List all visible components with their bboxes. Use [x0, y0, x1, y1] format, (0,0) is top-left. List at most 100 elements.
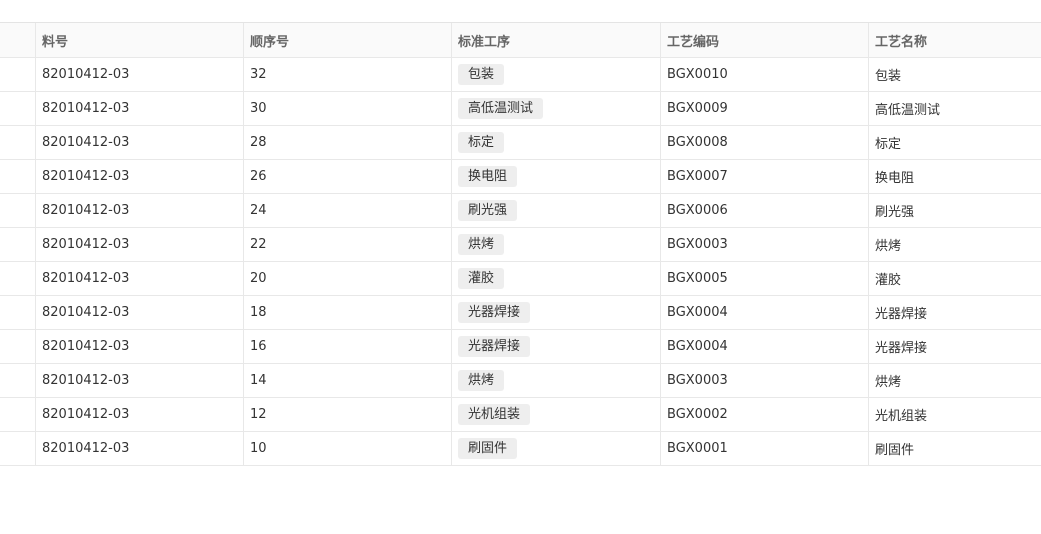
std-process-cell: 刷固件 — [452, 432, 661, 465]
seq-no-cell: 14 — [244, 364, 452, 397]
part-no-cell: 82010412-03 — [36, 194, 244, 227]
process-code-cell: BGX0006 — [661, 194, 869, 227]
std-process-tag: 高低温测试 — [458, 98, 544, 119]
process-name-cell: 标定 — [875, 137, 902, 152]
std-process-cell: 光器焊接 — [452, 296, 661, 329]
row-select-cell[interactable] — [0, 228, 36, 261]
process-name-cell: 包装 — [875, 69, 902, 84]
process-name-cell: 刷固件 — [875, 443, 915, 458]
row-select-cell[interactable] — [0, 364, 36, 397]
process-name-cell: 烘烤 — [875, 375, 902, 390]
table-row[interactable]: 82010412-03 10 刷固件 BGX0001 刷固件 — [0, 432, 1041, 466]
process-code-cell: BGX0008 — [661, 126, 869, 159]
process-code-cell: BGX0009 — [661, 92, 869, 125]
header-seq-no[interactable]: 顺序号 — [244, 23, 452, 57]
seq-no-cell: 30 — [244, 92, 452, 125]
seq-no-cell: 16 — [244, 330, 452, 363]
table-body: 82010412-03 32 包装 BGX0010 包装 82010412-03 30 高低温… — [0, 58, 1041, 466]
std-process-tag: 烘烤 — [458, 234, 505, 255]
process-code-cell: BGX0007 — [661, 160, 869, 193]
part-no-cell: 82010412-03 — [36, 228, 244, 261]
std-process-tag: 刷光强 — [458, 200, 518, 221]
row-select-cell[interactable] — [0, 92, 36, 125]
std-process-tag: 包装 — [458, 64, 505, 85]
process-name-cell: 换电阻 — [875, 171, 915, 186]
part-no-cell: 82010412-03 — [36, 92, 244, 125]
std-process-cell: 灌胶 — [452, 262, 661, 295]
process-name-cell: 高低温测试 — [875, 103, 941, 118]
process-code-cell: BGX0004 — [661, 330, 869, 363]
process-code-cell: BGX0010 — [661, 58, 869, 91]
process-code-cell: BGX0005 — [661, 262, 869, 295]
std-process-tag: 光器焊接 — [458, 302, 531, 323]
process-name-cell: 光器焊接 — [875, 341, 928, 356]
table-row[interactable]: 82010412-03 14 烘烤 BGX0003 烘烤 — [0, 364, 1041, 398]
seq-no-cell: 22 — [244, 228, 452, 261]
table-row[interactable]: 82010412-03 22 烘烤 BGX0003 烘烤 — [0, 228, 1041, 262]
part-no-cell: 82010412-03 — [36, 126, 244, 159]
row-select-cell[interactable] — [0, 398, 36, 431]
std-process-cell: 包装 — [452, 58, 661, 91]
page: 料号 顺序号 标准工序 工艺编码 工艺名称 82010412-03 32 包装 BGX… — [0, 0, 1041, 534]
header-std-process[interactable]: 标准工序 — [452, 23, 661, 57]
std-process-cell: 光器焊接 — [452, 330, 661, 363]
seq-no-cell: 12 — [244, 398, 452, 431]
header-part-no[interactable]: 料号 — [36, 23, 244, 57]
table-row[interactable]: 82010412-03 24 刷光强 BGX0006 刷光强 — [0, 194, 1041, 228]
table-row[interactable]: 82010412-03 20 灌胶 BGX0005 灌胶 — [0, 262, 1041, 296]
std-process-tag: 换电阻 — [458, 166, 518, 187]
table-row[interactable]: 82010412-03 28 标定 BGX0008 标定 — [0, 126, 1041, 160]
process-table: 料号 顺序号 标准工序 工艺编码 工艺名称 82010412-03 32 包装 BGX… — [0, 22, 1041, 466]
part-no-cell: 82010412-03 — [36, 262, 244, 295]
part-no-cell: 82010412-03 — [36, 432, 244, 465]
row-select-cell[interactable] — [0, 126, 36, 159]
seq-no-cell: 26 — [244, 160, 452, 193]
part-no-cell: 82010412-03 — [36, 398, 244, 431]
row-select-cell[interactable] — [0, 160, 36, 193]
seq-no-cell: 10 — [244, 432, 452, 465]
std-process-cell: 换电阻 — [452, 160, 661, 193]
process-code-cell: BGX0002 — [661, 398, 869, 431]
std-process-cell: 刷光强 — [452, 194, 661, 227]
row-select-cell[interactable] — [0, 262, 36, 295]
part-no-cell: 82010412-03 — [36, 296, 244, 329]
std-process-cell: 光机组装 — [452, 398, 661, 431]
header-process-code[interactable]: 工艺编码 — [661, 23, 869, 57]
seq-no-cell: 24 — [244, 194, 452, 227]
part-no-cell: 82010412-03 — [36, 330, 244, 363]
std-process-tag: 光机组装 — [458, 404, 531, 425]
row-select-cell[interactable] — [0, 296, 36, 329]
seq-no-cell: 28 — [244, 126, 452, 159]
seq-no-cell: 18 — [244, 296, 452, 329]
table-row[interactable]: 82010412-03 26 换电阻 BGX0007 换电阻 — [0, 160, 1041, 194]
table-row[interactable]: 82010412-03 30 高低温测试 BGX0009 高低温测试 — [0, 92, 1041, 126]
std-process-tag: 烘烤 — [458, 370, 505, 391]
seq-no-cell: 20 — [244, 262, 452, 295]
row-select-cell[interactable] — [0, 432, 36, 465]
process-name-cell: 刷光强 — [875, 205, 915, 220]
header-process-name[interactable]: 工艺名称 — [869, 23, 1041, 57]
row-select-cell[interactable] — [0, 330, 36, 363]
process-code-cell: BGX0004 — [661, 296, 869, 329]
header-select-column[interactable] — [0, 23, 36, 57]
part-no-cell: 82010412-03 — [36, 58, 244, 91]
row-select-cell[interactable] — [0, 194, 36, 227]
std-process-tag: 标定 — [458, 132, 505, 153]
process-name-cell: 灌胶 — [875, 273, 902, 288]
process-code-cell: BGX0001 — [661, 432, 869, 465]
table-row[interactable]: 82010412-03 12 光机组装 BGX0002 光机组装 — [0, 398, 1041, 432]
part-no-cell: 82010412-03 — [36, 364, 244, 397]
std-process-tag: 刷固件 — [458, 438, 518, 459]
process-name-cell: 光机组装 — [875, 409, 928, 424]
table-row[interactable]: 82010412-03 18 光器焊接 BGX0004 光器焊接 — [0, 296, 1041, 330]
std-process-cell: 高低温测试 — [452, 92, 661, 125]
process-code-cell: BGX0003 — [661, 364, 869, 397]
std-process-cell: 标定 — [452, 126, 661, 159]
std-process-tag: 灌胶 — [458, 268, 505, 289]
row-select-cell[interactable] — [0, 58, 36, 91]
table-row[interactable]: 82010412-03 16 光器焊接 BGX0004 光器焊接 — [0, 330, 1041, 364]
std-process-tag: 光器焊接 — [458, 336, 531, 357]
std-process-cell: 烘烤 — [452, 364, 661, 397]
table-header-row: 料号 顺序号 标准工序 工艺编码 工艺名称 — [0, 23, 1041, 58]
table-row[interactable]: 82010412-03 32 包装 BGX0010 包装 — [0, 58, 1041, 92]
